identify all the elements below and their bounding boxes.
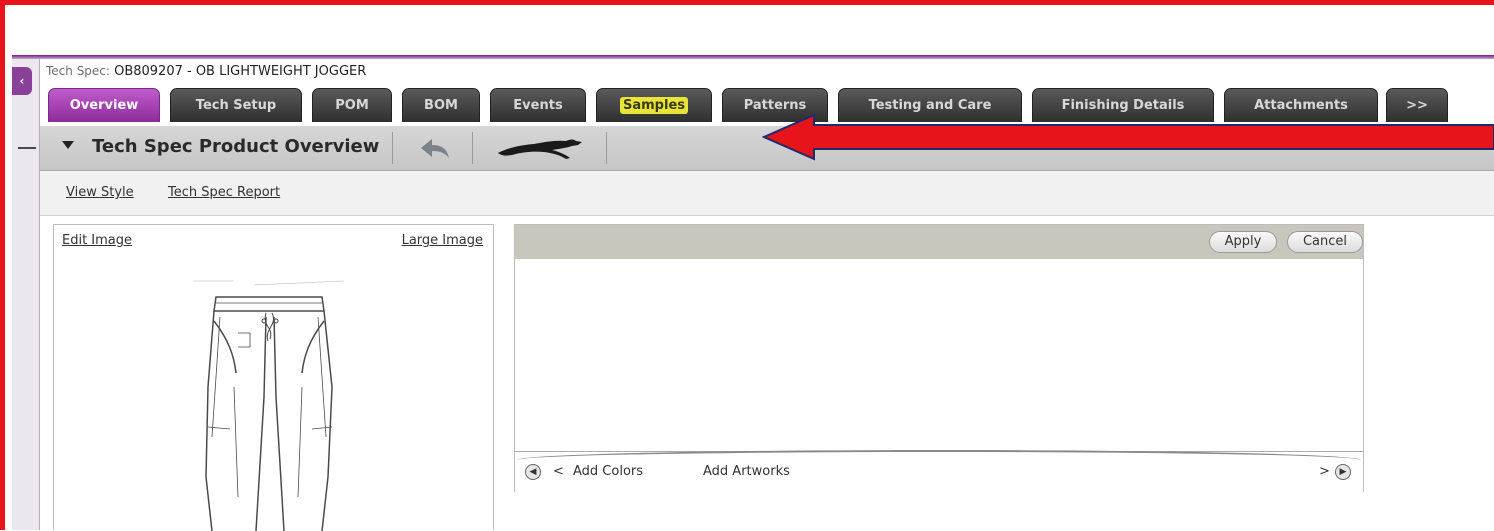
tab-samples[interactable]: Samples [596,88,712,122]
toolbar-divider [392,132,393,164]
tech-spec-value: OB809207 - OB LIGHTWEIGHT JOGGER [114,64,367,79]
tab-bom[interactable]: BOM [402,88,480,122]
toolbar-divider [606,132,607,164]
tab-overview[interactable]: Overview [48,88,160,122]
back-arrow-icon[interactable] [418,136,452,160]
colorways-footer: ◀ < Add Colors Add Artworks > ▶ [515,450,1363,492]
cancel-button[interactable]: Cancel [1287,231,1363,253]
colorways-panel: Apply Cancel ◀ < Add Colors Add Artworks… [514,224,1364,492]
add-artworks-link[interactable]: Add Artworks [703,464,790,479]
tab-tech-setup[interactable]: Tech Setup [170,88,302,122]
links-bar: View Style Tech Spec Report [40,171,1494,216]
toolbar-divider [472,132,473,164]
left-rail: ‹ [12,59,40,530]
scroll-right-icon[interactable]: ▶ [1335,464,1351,480]
tab-pom[interactable]: POM [312,88,392,122]
view-style-link[interactable]: View Style [66,185,134,200]
jogger-sketch-image[interactable] [194,277,374,531]
apply-button[interactable]: Apply [1209,231,1277,253]
panther-logo-icon [498,139,582,159]
image-panel: Edit Image Large Image [53,224,494,531]
collapse-caret-icon[interactable] [62,141,74,149]
collapse-toggle[interactable]: ‹ [12,67,32,95]
scroll-left-icon[interactable]: ◀ [525,464,541,480]
next-marker: > [1319,464,1330,479]
large-image-link[interactable]: Large Image [402,233,483,248]
tech-spec-label: Tech Spec: [46,64,110,78]
page-title: Tech Spec: OB809207 - OB LIGHTWEIGHT JOG… [46,64,366,79]
minus-icon[interactable] [18,147,36,149]
tab-events[interactable]: Events [490,88,586,122]
scroll-track [517,450,1361,460]
tech-spec-report-link[interactable]: Tech Spec Report [168,185,280,200]
header-accent-line [12,55,1494,59]
edit-image-link[interactable]: Edit Image [62,233,132,248]
annotation-arrow [762,113,1494,161]
colorways-panel-header: Apply Cancel [515,225,1363,259]
prev-marker: < [553,464,564,479]
section-title: Tech Spec Product Overview [92,136,380,157]
add-colors-link[interactable]: Add Colors [573,464,643,479]
